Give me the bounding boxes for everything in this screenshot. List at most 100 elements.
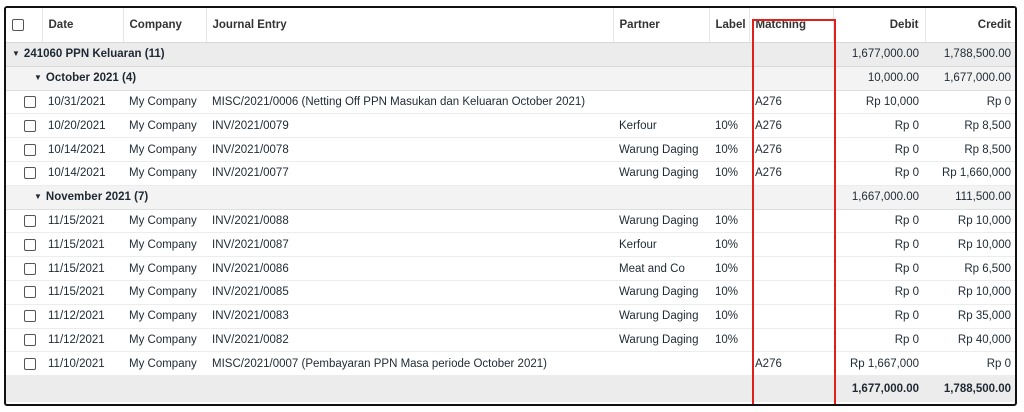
table-row[interactable]: 11/15/2021 My Company INV/2021/0087 Kerfour…	[6, 232, 1015, 258]
row-select-cell[interactable]	[6, 90, 42, 115]
label-cell: 10%	[709, 256, 749, 281]
partner-cell: Warung Daging	[613, 280, 709, 305]
date-cell: 11/12/2021	[42, 304, 123, 329]
credit-cell: Rp 8,500	[925, 113, 1015, 139]
partner-cell: Kerfour	[613, 113, 709, 139]
journal-entry-cell: INV/2021/0086	[206, 256, 613, 281]
label-cell: 10%	[709, 232, 749, 258]
company-cell: My Company	[123, 113, 206, 139]
company-cell: My Company	[123, 137, 206, 162]
table-row[interactable]: 11/10/2021 My Company MISC/2021/0007 (Pemb…	[6, 351, 1015, 377]
column-header-date[interactable]: Date	[41, 8, 123, 43]
table-row[interactable]: 10/31/2021 My Company MISC/2021/0006 (Nett…	[6, 90, 1015, 115]
row-checkbox[interactable]	[24, 143, 36, 156]
date-cell: 10/14/2021	[42, 137, 123, 162]
journal-items-list: Date Company Journal Entry Partner Label…	[4, 6, 1017, 406]
row-checkbox[interactable]	[24, 167, 36, 180]
subgroup-label: November 2021 (7)	[45, 191, 149, 204]
total-debit: 1,677,000.00	[833, 375, 925, 403]
row-checkbox[interactable]	[24, 262, 36, 275]
date-cell: 10/20/2021	[42, 113, 123, 139]
group-header-cell[interactable]: ▼ 241060 PPN Keluaran (11)	[6, 42, 833, 67]
row-checkbox[interactable]	[24, 333, 36, 346]
column-header-label[interactable]: Label	[708, 8, 749, 43]
row-checkbox[interactable]	[24, 214, 36, 227]
table-row[interactable]: 11/12/2021 My Company INV/2021/0082 Warung …	[6, 328, 1015, 353]
table-row[interactable]: 11/15/2021 My Company INV/2021/0088 Warung …	[6, 209, 1015, 234]
company-cell: My Company	[123, 351, 206, 377]
row-checkbox[interactable]	[24, 310, 36, 323]
date-cell: 11/15/2021	[42, 280, 123, 305]
column-header-debit[interactable]: Debit	[832, 8, 925, 43]
matching-cell	[749, 209, 833, 234]
row-select-cell[interactable]	[6, 232, 42, 258]
company-cell: My Company	[123, 256, 206, 281]
column-header-matching[interactable]: Matching	[748, 8, 833, 43]
label-cell: 10%	[709, 209, 749, 234]
matching-cell	[749, 280, 833, 305]
column-header-company[interactable]: Company	[122, 8, 206, 43]
journal-entry-cell: INV/2021/0079	[206, 113, 613, 139]
label-cell	[709, 90, 749, 115]
label-cell: 10%	[709, 113, 749, 139]
row-checkbox[interactable]	[24, 286, 36, 299]
credit-cell: Rp 1,660,000	[925, 161, 1015, 186]
caret-down-icon: ▼	[12, 49, 20, 59]
column-header-credit[interactable]: Credit	[924, 8, 1015, 43]
subgroup-row[interactable]: ▼ November 2021 (7) 1,667,000.00 111,500.00	[6, 185, 1015, 210]
date-cell: 10/14/2021	[42, 161, 123, 186]
row-select-cell[interactable]	[6, 161, 42, 186]
select-all-checkbox[interactable]	[12, 18, 24, 31]
date-cell: 11/15/2021	[42, 209, 123, 234]
debit-cell: Rp 0	[833, 113, 925, 139]
select-all-cell[interactable]	[6, 8, 42, 43]
label-cell: 10%	[709, 328, 749, 353]
row-select-cell[interactable]	[6, 209, 42, 234]
row-select-cell[interactable]	[6, 256, 42, 281]
row-checkbox[interactable]	[24, 95, 36, 108]
table-row[interactable]: 10/20/2021 My Company INV/2021/0079 Kerfour…	[6, 113, 1015, 139]
journal-entry-cell: INV/2021/0085	[206, 280, 613, 305]
debit-cell: Rp 0	[833, 304, 925, 329]
table-row[interactable]: 10/14/2021 My Company INV/2021/0078 Warung …	[6, 137, 1015, 162]
partner-cell: Meat and Co	[613, 256, 709, 281]
row-checkbox[interactable]	[24, 119, 36, 132]
journal-entry-cell: INV/2021/0077	[206, 161, 613, 186]
debit-cell: Rp 0	[833, 137, 925, 162]
row-select-cell[interactable]	[6, 351, 42, 377]
row-select-cell[interactable]	[6, 113, 42, 139]
credit-cell: Rp 35,000	[925, 304, 1015, 329]
date-cell: 11/10/2021	[42, 351, 123, 377]
credit-cell: Rp 40,000	[925, 328, 1015, 353]
subgroup-debit-total: 10,000.00	[833, 66, 925, 91]
caret-down-icon: ▼	[34, 192, 42, 202]
label-cell: 10%	[709, 137, 749, 162]
table-row[interactable]: 11/15/2021 My Company INV/2021/0086 Meat an…	[6, 256, 1015, 281]
journal-entry-cell: INV/2021/0087	[206, 232, 613, 258]
label-cell	[709, 351, 749, 377]
row-select-cell[interactable]	[6, 137, 42, 162]
column-header-partner[interactable]: Partner	[612, 8, 709, 43]
table-row[interactable]: 10/14/2021 My Company INV/2021/0077 Warung …	[6, 161, 1015, 186]
date-cell: 11/15/2021	[42, 232, 123, 258]
row-checkbox[interactable]	[24, 357, 36, 370]
subgroup-credit-total: 111,500.00	[925, 185, 1015, 210]
credit-cell: Rp 0	[925, 90, 1015, 115]
row-select-cell[interactable]	[6, 280, 42, 305]
table-row[interactable]: 11/15/2021 My Company INV/2021/0085 Warung …	[6, 280, 1015, 305]
row-select-cell[interactable]	[6, 304, 42, 329]
row-checkbox[interactable]	[24, 238, 36, 251]
company-cell: My Company	[123, 232, 206, 258]
matching-cell: A276	[749, 113, 833, 139]
subgroup-header-cell[interactable]: ▼ November 2021 (7)	[6, 185, 833, 210]
table-row[interactable]: 11/12/2021 My Company INV/2021/0083 Warung …	[6, 304, 1015, 329]
subgroup-header-cell[interactable]: ▼ October 2021 (4)	[6, 66, 833, 91]
debit-cell: Rp 10,000	[833, 90, 925, 115]
matching-cell: A276	[749, 137, 833, 162]
row-select-cell[interactable]	[6, 328, 42, 353]
debit-cell: Rp 0	[833, 232, 925, 258]
subgroup-row[interactable]: ▼ October 2021 (4) 10,000.00 1,677,000.00	[6, 66, 1015, 91]
column-header-journal-entry[interactable]: Journal Entry	[205, 8, 613, 43]
partner-cell: Warung Daging	[613, 161, 709, 186]
group-row[interactable]: ▼ 241060 PPN Keluaran (11) 1,677,000.00 1,7…	[6, 42, 1015, 67]
